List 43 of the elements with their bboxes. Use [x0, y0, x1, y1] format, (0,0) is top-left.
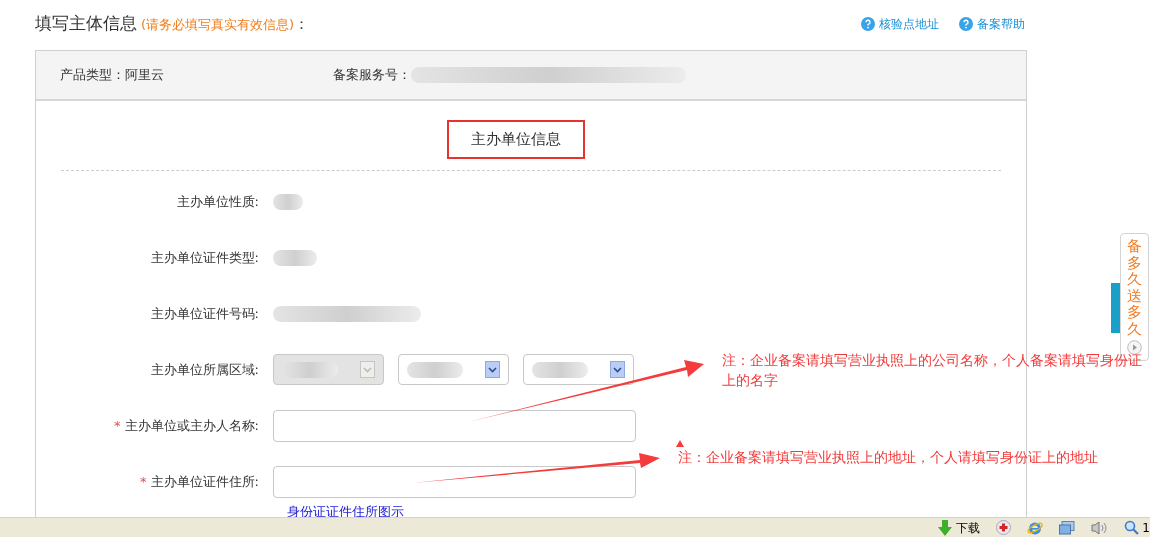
blurred-value [273, 193, 303, 210]
promo-text: 备多久送多久 [1127, 238, 1142, 337]
play-icon[interactable] [1127, 340, 1142, 355]
text-field[interactable] [273, 465, 636, 498]
triangle-mark [676, 440, 684, 447]
field-label: 主办单位所属区域: [150, 360, 259, 379]
download-label[interactable]: 下载 [956, 518, 981, 537]
caret-icon [610, 361, 625, 378]
caret-icon [360, 361, 375, 378]
field-label: 主办单位证件类型: [150, 248, 259, 267]
text-field[interactable] [273, 409, 636, 442]
annotation-note: 注：企业备案请填写营业执照上的地址，个人请填写身份证上的地址 [678, 448, 1099, 467]
field-label: 主办单位或主办人名称: [124, 416, 259, 435]
section-title: 主办单位信息 [447, 120, 585, 159]
caret-icon [485, 361, 500, 378]
blurred-value [532, 361, 588, 378]
blurred-value [407, 361, 463, 378]
info-label: 备案服务号： [333, 66, 411, 85]
page-title: 填写主体信息 [35, 12, 137, 36]
required-mark: * [140, 472, 147, 491]
field-label: 主办单位性质: [176, 192, 259, 211]
browser-e-icon[interactable] [1027, 519, 1044, 536]
warning-note: (请务必填写真实有效信息) [141, 16, 295, 35]
help-icon [861, 17, 875, 31]
field-label: 主办单位证件住所: [150, 472, 259, 491]
blurred-value [273, 249, 317, 266]
download-icon [938, 519, 953, 536]
info-value: 阿里云 [125, 66, 164, 85]
speaker-icon[interactable] [1091, 520, 1109, 535]
example-link[interactable]: 身份证证件住所图示 [287, 501, 404, 517]
help-icon [959, 17, 973, 31]
zoom-icon[interactable] [1124, 520, 1140, 535]
required-mark: * [114, 416, 121, 435]
region-select[interactable] [523, 354, 634, 385]
info-label: 产品类型： [60, 66, 125, 85]
windows-icon[interactable] [1059, 520, 1076, 535]
region-select[interactable] [398, 354, 509, 385]
field-label: 主办单位证件号码: [150, 304, 259, 323]
help-link[interactable]: 备案帮助 [959, 15, 1025, 33]
medical-cross-icon[interactable] [996, 520, 1012, 535]
zoom-level[interactable]: 1 [1142, 518, 1150, 537]
help-link[interactable]: 核验点地址 [861, 15, 939, 33]
title-colon: ： [294, 14, 310, 36]
